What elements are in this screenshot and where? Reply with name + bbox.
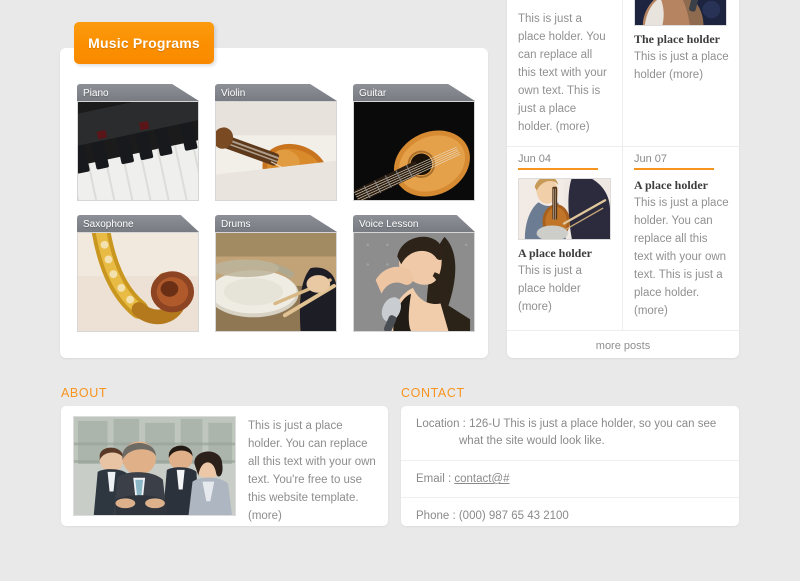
post-more-link[interactable]: (more): [518, 301, 552, 313]
post-body: This is just a place holder (more): [518, 262, 612, 316]
about-panel: This is just a place holder. You can rep…: [61, 406, 388, 526]
female-singer-photo: [353, 232, 475, 332]
post-cell[interactable]: Jun 07 A place holder This is just a pla…: [623, 147, 739, 331]
program-label: Voice Lesson: [353, 215, 475, 232]
contact-email-row: Email : contact@#: [401, 461, 739, 498]
business-team-photo: [73, 416, 236, 516]
program-card-guitar[interactable]: Guitar: [353, 84, 475, 201]
post-title: A place holder: [518, 246, 592, 260]
program-card-voice-lesson[interactable]: Voice Lesson: [353, 215, 475, 332]
program-card-drums[interactable]: Drums: [215, 215, 337, 332]
contact-heading: CONTACT: [401, 386, 465, 400]
footer: twitter facebook: [0, 541, 800, 581]
post-more-link[interactable]: (more): [634, 305, 668, 317]
post-more-link[interactable]: (more): [669, 69, 703, 81]
post-title: The place holder: [634, 32, 720, 46]
post-body-text: This is just a place holder: [518, 265, 582, 295]
about-text: This is just a place holder. You can rep…: [236, 416, 388, 526]
music-programs-tab-label: Music Programs: [88, 35, 200, 51]
acoustic-guitar-photo: [353, 101, 475, 201]
program-label: Saxophone: [77, 215, 199, 232]
program-label: Drums: [215, 215, 337, 232]
post-body-text: This is just a place holder. You can rep…: [518, 13, 607, 133]
post-body-text: This is just a place holder. You can rep…: [634, 197, 729, 299]
contact-phone-row: Phone : (000) 987 65 43 2100: [401, 498, 739, 534]
page-root: Piano Violin Guitar Saxophone Drums Voic…: [0, 0, 800, 581]
posts-row: This is just a place holder. You can rep…: [507, 0, 739, 147]
drum-kit-photo: [215, 232, 337, 332]
contact-phone-label: Phone : (000) 987 65 43 2100: [416, 510, 569, 522]
contact-location-row: Location : 126-U This is just a place ho…: [401, 406, 739, 461]
program-card-saxophone[interactable]: Saxophone: [77, 215, 199, 332]
post-date: Jun 07: [634, 153, 714, 170]
about-heading: ABOUT: [61, 386, 108, 400]
post-body: This is just a place holder. You can rep…: [634, 194, 729, 320]
post-body: This is just a place holder. You can rep…: [518, 10, 612, 136]
contact-email-link[interactable]: contact@#: [454, 473, 509, 485]
about-more-link[interactable]: (more): [248, 510, 282, 522]
more-posts-link[interactable]: more posts: [507, 331, 739, 362]
woman-singing-microphone-photo: [634, 0, 727, 26]
program-label: Violin: [215, 84, 337, 101]
saxophone-photo: [77, 232, 199, 332]
contact-email-label: Email :: [416, 473, 452, 485]
post-body: This is just a place holder (more): [634, 48, 729, 84]
post-cell[interactable]: Jun 04 A place holder This is just a pla…: [507, 147, 623, 331]
boy-playing-cello-photo: [518, 178, 611, 240]
post-cell[interactable]: The place holder This is just a place ho…: [623, 0, 739, 147]
post-cell[interactable]: This is just a place holder. You can rep…: [507, 0, 623, 147]
piano-keyboard-photo: [77, 101, 199, 201]
posts-row: Jun 04 A place holder This is just a pla…: [507, 147, 739, 331]
about-text-body: This is just a place holder. You can rep…: [248, 420, 376, 504]
program-card-piano[interactable]: Piano: [77, 84, 199, 201]
program-label: Guitar: [353, 84, 475, 101]
program-grid: Piano Violin Guitar Saxophone Drums Voic…: [77, 84, 477, 332]
contact-location-line2: what the site would look like.: [459, 435, 605, 447]
recent-posts-panel: This is just a place holder. You can rep…: [507, 0, 739, 358]
violin-photo: [215, 101, 337, 201]
post-more-link[interactable]: (more): [556, 121, 590, 133]
program-label: Piano: [77, 84, 199, 101]
post-title: A place holder: [634, 178, 708, 192]
music-programs-tab[interactable]: Music Programs: [74, 22, 214, 64]
contact-location-line1: Location : 126-U This is just a place ho…: [416, 418, 717, 430]
program-card-violin[interactable]: Violin: [215, 84, 337, 201]
music-programs-panel: Piano Violin Guitar Saxophone Drums Voic…: [60, 48, 488, 358]
contact-panel: Location : 126-U This is just a place ho…: [401, 406, 739, 526]
post-date: Jun 04: [518, 153, 598, 170]
